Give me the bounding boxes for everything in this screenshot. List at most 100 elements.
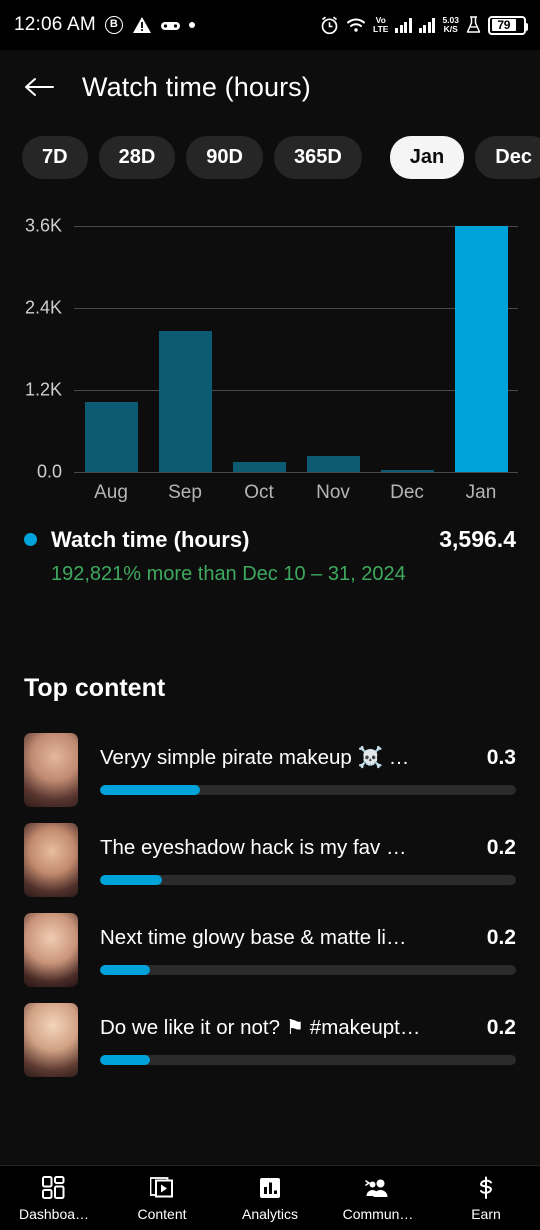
- chart-x-axis-label: Aug: [94, 482, 128, 503]
- video-thumbnail[interactable]: [24, 823, 78, 897]
- chart-y-axis-label: 0.0: [36, 461, 62, 482]
- content-video-icon: [150, 1175, 174, 1201]
- chart-y-axis-label: 3.6K: [24, 215, 62, 236]
- chart-x-axis-label: Oct: [244, 482, 274, 503]
- progress-track: [100, 1055, 516, 1065]
- nav-label-earn: Earn: [471, 1205, 501, 1222]
- chip-7d[interactable]: 7D: [22, 135, 88, 179]
- chart-bar[interactable]: [158, 330, 212, 472]
- chart-x-axis-label: Dec: [390, 482, 424, 503]
- chart-gridline: [74, 472, 518, 473]
- status-bar-left: 12:06 AM B: [14, 14, 320, 36]
- top-content-row-header: Next time glowy base & matte li… 0.2: [100, 926, 516, 950]
- chart-x-axis-label: Sep: [168, 482, 202, 503]
- chart-bar[interactable]: [454, 226, 508, 472]
- status-bar: 12:06 AM B Vo LTE 5.03 K/S 79: [0, 0, 540, 50]
- metric-delta: 192,821% more than Dec 10 – 31, 2024: [51, 563, 406, 585]
- chip-90d[interactable]: 90D: [186, 135, 263, 179]
- video-watch-time-value: 0.2: [486, 835, 516, 859]
- video-title: Do we like it or not? ⚑ #makeupt…: [100, 1016, 421, 1039]
- chart-bar[interactable]: [306, 455, 360, 472]
- chart-bar-cell[interactable]: [222, 226, 296, 472]
- chip-dec[interactable]: Dec: [475, 135, 540, 179]
- circle-b-icon: B: [104, 16, 123, 34]
- video-thumbnail[interactable]: [24, 1003, 78, 1077]
- chip-28d[interactable]: 28D: [98, 135, 176, 179]
- progress-track: [100, 874, 516, 885]
- top-content-row-header: The eyeshadow hack is my fav … 0.2: [100, 836, 516, 860]
- nav-label-dashboard: Dashboa…: [18, 1205, 90, 1222]
- network-speed-indicator: 5.03 K/S: [442, 14, 459, 34]
- alarm-icon: [320, 16, 339, 35]
- dot-icon: [188, 22, 195, 28]
- chip-jan[interactable]: Jan: [389, 135, 465, 179]
- metric-summary: Watch time (hours) 3,596.4 192,821% more…: [0, 508, 540, 586]
- dashboard-icon: [42, 1175, 66, 1201]
- top-content-row-body: Veryy simple pirate makeup ☠️ … 0.3: [100, 746, 516, 795]
- metric-label: Watch time (hours): [51, 526, 250, 552]
- flask-icon: [466, 16, 481, 34]
- nav-item-content[interactable]: Content: [108, 1175, 216, 1222]
- video-thumbnail[interactable]: [24, 913, 78, 987]
- chart-bar-cell[interactable]: [74, 226, 148, 472]
- progress-track: [100, 964, 516, 975]
- watch-time-bar-chart: 0.0 1.2K 2.4K 3.6K Aug Sep Oct Nov Dec Jan: [0, 198, 540, 508]
- top-content-row[interactable]: Veryy simple pirate makeup ☠️ … 0.3: [0, 725, 540, 815]
- top-content-row-body: The eyeshadow hack is my fav … 0.2: [100, 836, 516, 885]
- thumbnail-image: [24, 823, 78, 897]
- thumbnail-image: [24, 1003, 78, 1077]
- nav-item-community[interactable]: Commun…: [324, 1175, 432, 1222]
- top-content-list: Veryy simple pirate makeup ☠️ … 0.3 The ey…: [0, 725, 540, 1085]
- video-watch-time-value: 0.2: [486, 1015, 516, 1039]
- back-arrow-icon[interactable]: [22, 70, 56, 104]
- nav-item-earn[interactable]: Earn: [432, 1175, 540, 1222]
- chart-bar[interactable]: [380, 470, 434, 472]
- chart-bars: [74, 226, 518, 472]
- nav-item-dashboard[interactable]: Dashboa…: [0, 1175, 108, 1222]
- top-content-row[interactable]: Do we like it or not? ⚑ #makeupt… 0.2: [0, 995, 540, 1085]
- progress-track: [100, 784, 516, 795]
- chart-bar[interactable]: [232, 462, 286, 472]
- progress-fill: [100, 784, 200, 795]
- chart-x-axis-labels: Aug Sep Oct Nov Dec Jan: [74, 482, 518, 504]
- legend-dot-icon: [24, 533, 37, 546]
- chart-bar-cell[interactable]: [148, 226, 222, 472]
- top-content-row-body: Next time glowy base & matte li… 0.2: [100, 926, 516, 975]
- battery-level-label: 79: [491, 18, 516, 32]
- app-screen: 12:06 AM B Vo LTE 5.03 K/S 79 Watch time…: [0, 0, 540, 1230]
- video-thumbnail[interactable]: [24, 733, 78, 807]
- chart-bar-cell[interactable]: [296, 226, 370, 472]
- top-content-row[interactable]: Next time glowy base & matte li… 0.2: [0, 905, 540, 995]
- nav-item-analytics[interactable]: Analytics: [216, 1175, 324, 1222]
- top-content-row-header: Veryy simple pirate makeup ☠️ … 0.3: [100, 746, 516, 770]
- video-title: Veryy simple pirate makeup ☠️ …: [100, 745, 410, 769]
- status-bar-clock: 12:06 AM: [14, 14, 96, 35]
- top-content-row[interactable]: The eyeshadow hack is my fav … 0.2: [0, 815, 540, 905]
- earn-dollar-icon: [475, 1175, 497, 1201]
- video-watch-time-value: 0.2: [486, 925, 516, 949]
- top-content-row-header: Do we like it or not? ⚑ #makeupt… 0.2: [100, 1015, 516, 1040]
- signal-bars-icon: [418, 17, 436, 33]
- nav-label-content: Content: [137, 1205, 187, 1222]
- page-title: Watch time (hours): [82, 71, 311, 102]
- thumbnail-image: [24, 913, 78, 987]
- wifi-icon: [346, 17, 366, 33]
- chart-plot-area: 0.0 1.2K 2.4K 3.6K: [25, 216, 518, 482]
- nav-label-analytics: Analytics: [241, 1205, 299, 1222]
- status-bar-right: Vo LTE 5.03 K/S 79: [320, 14, 528, 35]
- chart-x-axis-label: Jan: [465, 482, 497, 503]
- chart-bar[interactable]: [84, 401, 138, 472]
- video-title: Next time glowy base & matte li…: [100, 925, 407, 949]
- metric-summary-row: Watch time (hours) 3,596.4: [24, 526, 516, 553]
- top-content-heading: Top content: [24, 674, 166, 702]
- video-watch-time-value: 0.3: [486, 745, 516, 769]
- chart-bar-cell[interactable]: [370, 226, 444, 472]
- progress-fill: [100, 874, 163, 885]
- chip-365d[interactable]: 365D: [273, 135, 362, 179]
- chart-y-axis-label: 2.4K: [24, 297, 62, 318]
- progress-fill: [100, 964, 150, 975]
- analytics-bars-icon: [258, 1175, 282, 1201]
- bottom-navigation-bar: Dashboa… Content Analytics Commun… Earn: [0, 1165, 540, 1230]
- video-title: The eyeshadow hack is my fav …: [100, 835, 407, 859]
- chart-bar-cell[interactable]: [444, 226, 518, 472]
